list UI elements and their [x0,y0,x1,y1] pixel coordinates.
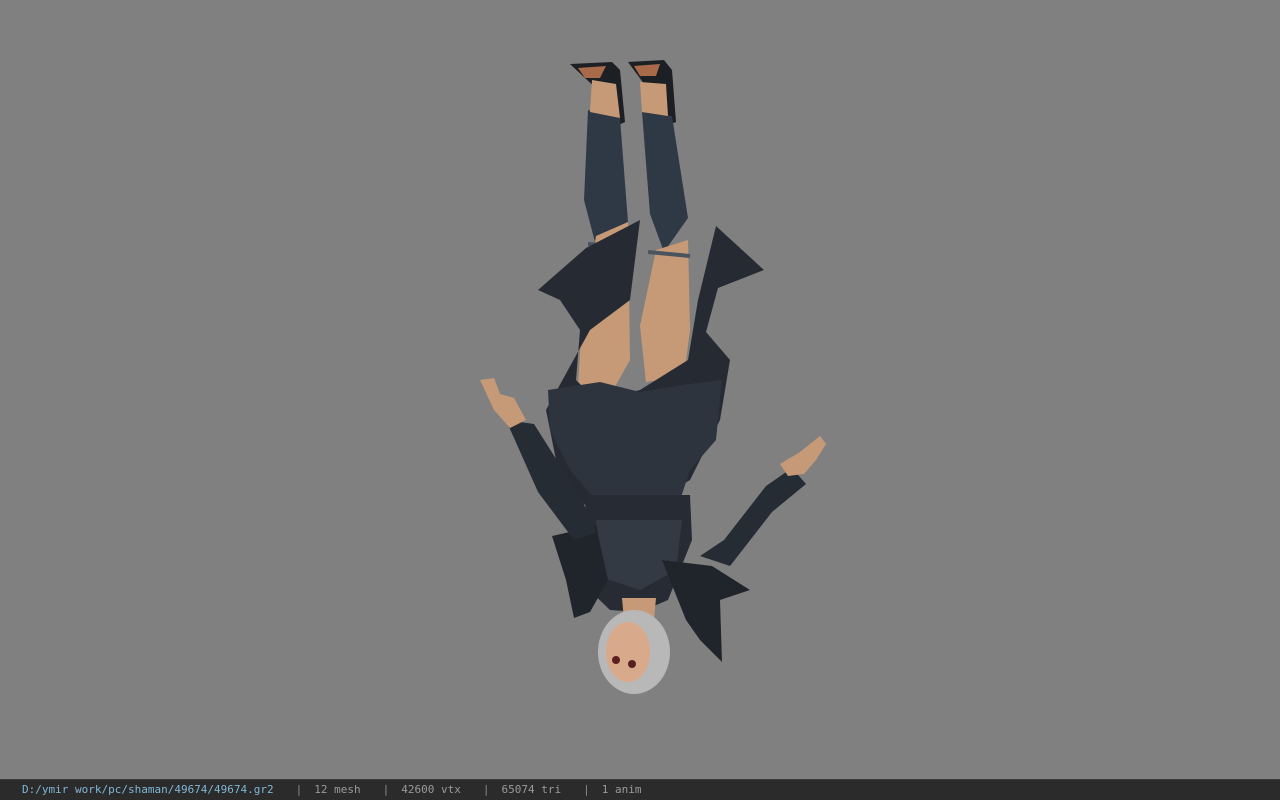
shoulder-right [662,560,750,662]
3d-viewport[interactable] [0,0,1280,779]
status-bar: D:/ymir work/pc/shaman/49674/49674.gr2 | 1… [0,779,1280,800]
separator: | [295,783,303,796]
eye-left [612,656,620,664]
hand-left [480,378,526,428]
boot-right [642,112,688,252]
mesh-count: 12 mesh [314,783,361,796]
anim-count: 1 anim [601,783,642,796]
vertex-count: 42600 vtx [401,783,461,796]
face [606,622,650,682]
arm-right [700,468,806,566]
triangle-count: 65074 tri [501,783,562,796]
eye-right [628,660,636,668]
hand-right [780,436,826,476]
separator: | [583,783,590,796]
separator: | [482,783,490,796]
leg-skin-right [640,82,668,116]
character-model[interactable] [0,0,1280,779]
file-path: D:/ymir work/pc/shaman/49674/49674.gr2 [22,783,274,796]
separator: | [382,783,390,796]
thigh-right [640,240,690,382]
leg-skin-left [590,80,620,118]
